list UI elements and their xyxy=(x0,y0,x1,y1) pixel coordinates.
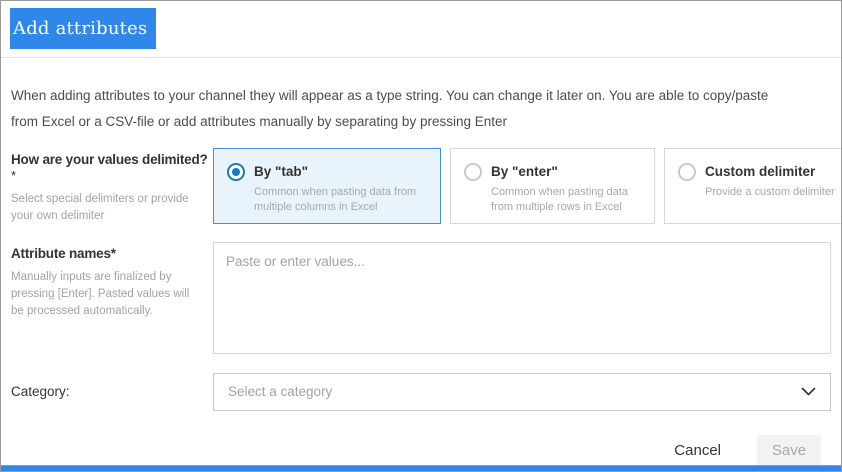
description-line-1: When adding attributes to your channel t… xyxy=(11,83,831,109)
required-marker: * xyxy=(11,168,213,183)
option-text: Custom delimiter Provide a custom delimi… xyxy=(705,162,835,200)
dialog-description: When adding attributes to your channel t… xyxy=(11,83,831,135)
delimiter-option-description: Provide a custom delimiter xyxy=(705,185,835,200)
delimiter-section-helper: Select special delimiters or provide you… xyxy=(11,191,203,226)
dialog-header: Add attributes xyxy=(1,1,841,58)
description-line-2: from Excel or a CSV-file or add attribut… xyxy=(11,109,831,135)
dialog-title: Add attributes xyxy=(10,8,156,49)
attribute-names-input[interactable] xyxy=(213,242,831,354)
radio-selected-icon[interactable] xyxy=(227,163,245,181)
option-text: By "tab" Common when pasting data from m… xyxy=(254,162,434,216)
delimiter-options: By "tab" Common when pasting data from m… xyxy=(213,148,842,224)
chevron-down-icon xyxy=(801,383,816,401)
save-button[interactable]: Save xyxy=(757,435,821,466)
delimiter-option-label: Custom delimiter xyxy=(705,164,835,179)
delimiter-option-tab[interactable]: By "tab" Common when pasting data from m… xyxy=(213,148,441,224)
delimiter-option-enter[interactable]: By "enter" Common when pasting data from… xyxy=(450,148,655,224)
cancel-button[interactable]: Cancel xyxy=(672,438,723,463)
delimiter-section-label: How are your values delimited? xyxy=(11,152,213,167)
attribute-names-label: Attribute names* xyxy=(11,246,213,261)
dialog-footer: Cancel Save xyxy=(11,435,831,466)
attribute-label-column: Attribute names* Manually inputs are fin… xyxy=(11,242,213,321)
category-select[interactable]: Select a category xyxy=(213,373,831,411)
category-select-placeholder: Select a category xyxy=(228,384,332,399)
bottom-accent-bar xyxy=(1,465,841,471)
dialog-body: When adding attributes to your channel t… xyxy=(1,83,841,466)
delimiter-label-column: How are your values delimited? * Select … xyxy=(11,148,213,226)
delimiter-option-description: Common when pasting data from multiple c… xyxy=(254,185,434,216)
category-label-column: Category: xyxy=(11,384,213,399)
category-section: Category: Select a category xyxy=(11,373,831,411)
radio-unselected-icon[interactable] xyxy=(464,163,482,181)
radio-unselected-icon[interactable] xyxy=(678,163,696,181)
delimiter-section: How are your values delimited? * Select … xyxy=(11,148,831,226)
attribute-names-helper: Manually inputs are finalized by pressin… xyxy=(11,269,203,321)
delimiter-option-custom[interactable]: Custom delimiter Provide a custom delimi… xyxy=(664,148,842,224)
category-label: Category: xyxy=(11,384,213,399)
delimiter-option-label: By "enter" xyxy=(491,164,648,179)
option-text: By "enter" Common when pasting data from… xyxy=(491,162,648,216)
add-attributes-dialog: Add attributes When adding attributes to… xyxy=(0,0,842,472)
delimiter-option-label: By "tab" xyxy=(254,164,434,179)
delimiter-option-description: Common when pasting data from multiple r… xyxy=(491,185,648,216)
attribute-names-section: Attribute names* Manually inputs are fin… xyxy=(11,242,831,354)
